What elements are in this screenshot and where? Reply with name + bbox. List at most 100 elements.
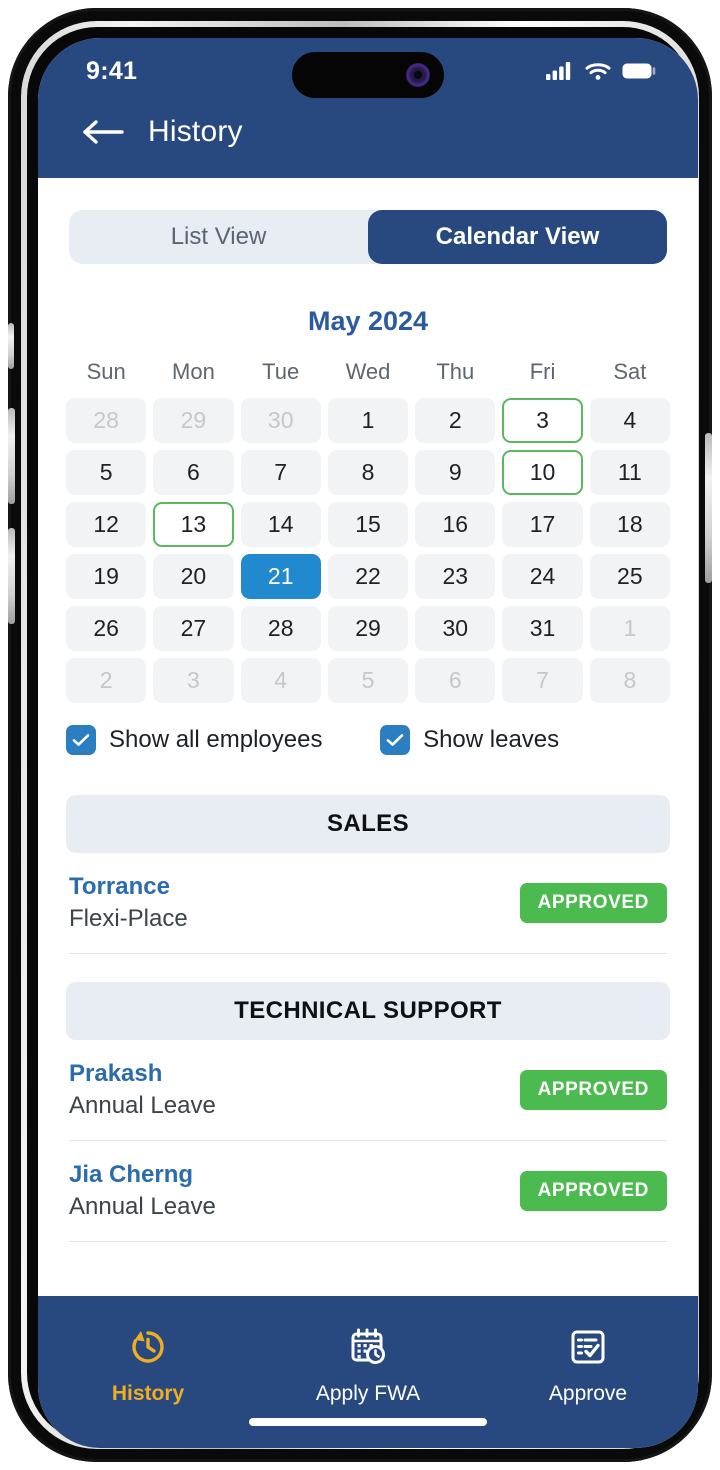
calendar-day-cell[interactable]: 4: [240, 658, 321, 703]
calendar-day-cell[interactable]: 10: [502, 450, 583, 495]
calendar-weekday-sun: Sun: [86, 359, 126, 384]
calendar-day-cell[interactable]: 31: [502, 606, 583, 651]
record-employee-name[interactable]: Prakash: [69, 1060, 216, 1088]
volume-up-button[interactable]: [8, 408, 15, 504]
record-request-type: Annual Leave: [69, 1193, 216, 1220]
home-indicator[interactable]: [249, 1418, 487, 1426]
calendar-day-cell[interactable]: 21: [240, 554, 321, 599]
calendar-day-cell[interactable]: 5: [66, 450, 147, 495]
records-sections: SALES Torrance Flexi-Place APPROVED TECHNICA…: [38, 795, 698, 1242]
filter-show-all-employees[interactable]: Show all employees: [66, 725, 380, 755]
calendar-day-cell[interactable]: 9: [415, 450, 496, 495]
calendar-day-cell[interactable]: 8: [589, 658, 670, 703]
record-employee-name[interactable]: Jia Cherng: [69, 1161, 216, 1189]
calendar-day-cell[interactable]: 16: [415, 502, 496, 547]
view-toggle: List View Calendar View: [69, 210, 667, 264]
record-request-type: Flexi-Place: [69, 905, 188, 932]
calendar-day-cell[interactable]: 4: [589, 398, 670, 443]
calendar-day-cell[interactable]: 25: [589, 554, 670, 599]
calendar-day-cell[interactable]: 1: [327, 398, 409, 443]
calendar-week-row: 19 20 21 22 23 24 25: [66, 554, 670, 599]
calendar-day-cell[interactable]: 6: [415, 658, 496, 703]
nav-label-apply-fwa: Apply FWA: [315, 1382, 421, 1405]
nav-label-approve: Approve: [548, 1382, 628, 1405]
calendar-day-cell[interactable]: 3: [502, 398, 583, 443]
calendar-day-cell[interactable]: 27: [153, 606, 234, 651]
title-bar: History: [38, 96, 698, 168]
calendar-day-cell[interactable]: 23: [415, 554, 496, 599]
calendar-day-cell[interactable]: 24: [502, 554, 583, 599]
calendar-day-cell[interactable]: 6: [153, 450, 234, 495]
nav-item-apply-fwa[interactable]: Apply FWA: [258, 1324, 478, 1406]
nav-item-approve[interactable]: Approve: [478, 1324, 698, 1406]
calendar-day-cell[interactable]: 3: [153, 658, 234, 703]
calendar-day-cell[interactable]: 7: [240, 450, 321, 495]
calendar-weeks: 28 29 30 1 2 3 4 5 6 7 8 9 10 11 12 13 14 15 16 17 18 19 20 21 2…: [66, 398, 670, 703]
calendar-day-cell[interactable]: 13: [153, 502, 234, 547]
calendar-day-cell[interactable]: 12: [66, 502, 147, 547]
calendar-weekday-mon: Mon: [172, 359, 215, 384]
calendar-day-cell[interactable]: 29: [153, 398, 234, 443]
record-request-type: Annual Leave: [69, 1092, 216, 1119]
checkbox-show-all-employees[interactable]: [66, 725, 96, 755]
calendar-day-cell[interactable]: 2: [415, 398, 496, 443]
calendar-day-cell[interactable]: 22: [327, 554, 409, 599]
calendar-day-cell[interactable]: 18: [589, 502, 670, 547]
calendar-day-cell[interactable]: 30: [240, 398, 321, 443]
volume-down-button[interactable]: [8, 528, 15, 624]
dynamic-island: [292, 52, 444, 98]
calendar-clock-icon: [351, 1328, 385, 1364]
calendar-weekday-wed: Wed: [345, 359, 391, 384]
back-arrow-icon[interactable]: [82, 118, 126, 146]
record-texts: Prakash Annual Leave: [69, 1060, 216, 1120]
silent-switch-button[interactable]: [8, 323, 14, 369]
tab-list-view[interactable]: List View: [69, 210, 368, 264]
filter-leaves-label: Show leaves: [423, 726, 560, 753]
calendar-day-cell[interactable]: 26: [66, 606, 147, 651]
calendar-day-cell[interactable]: 5: [327, 658, 409, 703]
calendar-day-cell[interactable]: 17: [502, 502, 583, 547]
calendar-day-cell[interactable]: 28: [66, 398, 147, 443]
calendar-week-row: 28 29 30 1 2 3 4: [66, 398, 670, 443]
calendar-week-row: 2345678: [66, 658, 670, 703]
filter-show-leaves[interactable]: Show leaves: [380, 725, 559, 755]
history-clock-icon: [132, 1331, 164, 1363]
calendar-day-cell[interactable]: 1: [589, 606, 670, 651]
calendar-day-cell[interactable]: 29: [327, 606, 409, 651]
calendar-week-row: 26 27 28 29 30 31 1: [66, 606, 670, 651]
calendar-day-cell[interactable]: 8: [327, 450, 409, 495]
calendar-day-cell[interactable]: 7: [502, 658, 583, 703]
record-texts: Torrance Flexi-Place: [69, 873, 188, 933]
calendar-day-cell[interactable]: 14: [240, 502, 321, 547]
calendar-day-cell[interactable]: 20: [153, 554, 234, 599]
nav-item-history[interactable]: History: [38, 1324, 258, 1406]
calendar-weekday-fri: Fri: [529, 359, 556, 384]
status-badge: APPROVED: [519, 1070, 667, 1110]
calendar-day-cell[interactable]: 2: [66, 658, 147, 703]
section-header: TECHNICAL SUPPORT: [66, 982, 670, 1040]
nav-label-history: History: [111, 1382, 185, 1405]
front-camera-icon: [406, 63, 430, 87]
phone-screen: 9:41 History List View Calendar View May…: [38, 38, 698, 1448]
calendar-weekday-row: Sun Mon Tue Wed Thu Fri Sat: [66, 355, 670, 391]
calendar-month-title: May 2024: [307, 306, 429, 336]
record-row[interactable]: Torrance Flexi-Place APPROVED: [69, 853, 667, 954]
bottom-navigation: History Apply FWA Approve: [38, 1296, 698, 1448]
record-row[interactable]: Jia Cherng Annual Leave APPROVED: [69, 1141, 667, 1242]
calendar-day-cell[interactable]: 15: [327, 502, 409, 547]
section-header: SALES: [66, 795, 670, 853]
record-employee-name[interactable]: Torrance: [69, 873, 188, 901]
check-icon: [72, 734, 90, 746]
page-title: History: [148, 115, 243, 148]
tab-calendar-view[interactable]: Calendar View: [368, 210, 667, 264]
calendar-day-cell[interactable]: 30: [415, 606, 496, 651]
calendar-week-row: 5 6 7 8 9 10 11: [66, 450, 670, 495]
calendar-day-cell[interactable]: 11: [589, 450, 670, 495]
calendar-day-cell[interactable]: 28: [240, 606, 321, 651]
power-button[interactable]: [705, 433, 712, 583]
record-row[interactable]: Prakash Annual Leave APPROVED: [69, 1040, 667, 1141]
calendar-weekday-sat: Sat: [613, 359, 647, 384]
calendar-day-cell[interactable]: 19: [66, 554, 147, 599]
checkbox-show-leaves[interactable]: [380, 725, 411, 755]
